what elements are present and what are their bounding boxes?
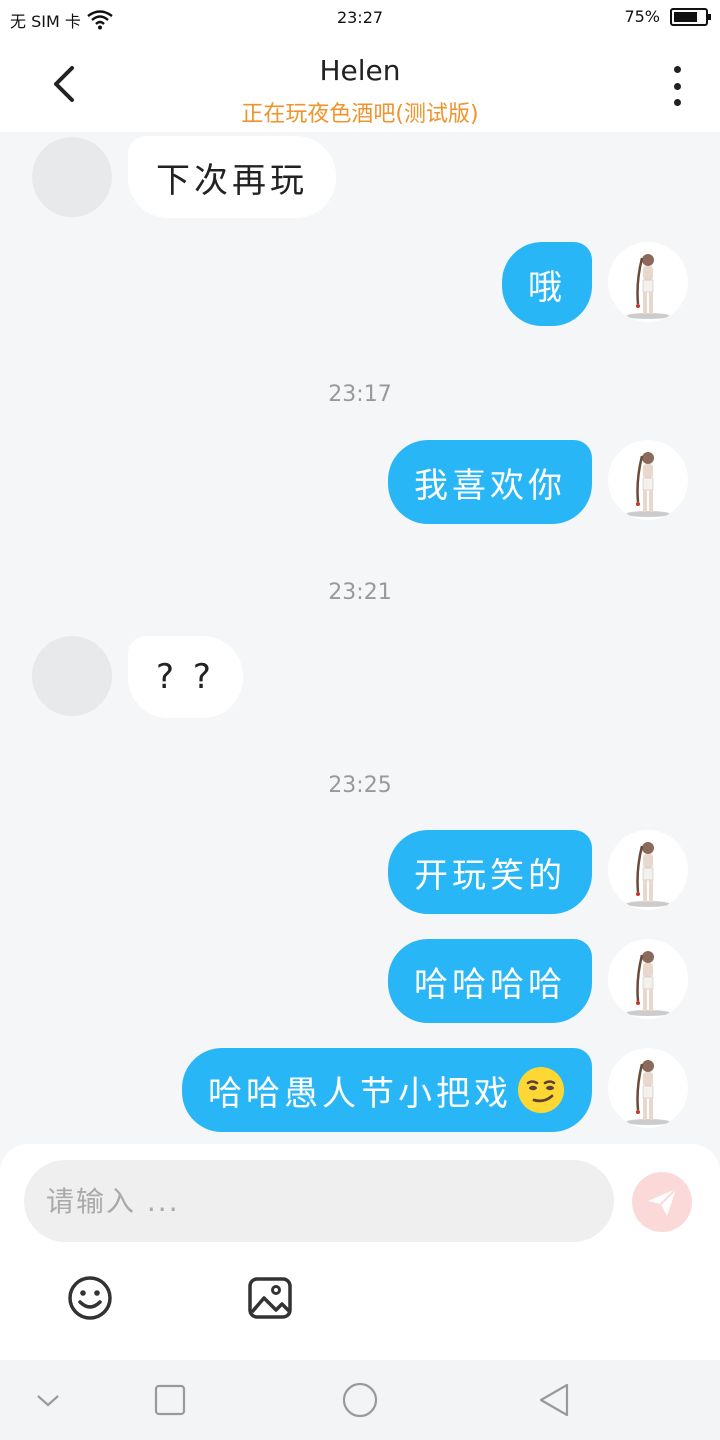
status-right: 75% [624, 7, 711, 26]
emoji-button[interactable] [66, 1274, 114, 1322]
message-bubble-outgoing[interactable]: 哈哈愚人节小把戏 [182, 1048, 592, 1132]
more-dot [673, 99, 681, 106]
user-avatar[interactable] [608, 830, 688, 910]
smiley-icon [68, 1276, 112, 1320]
timestamp: 23:25 [328, 773, 392, 798]
contact-avatar[interactable] [32, 137, 112, 217]
composer [0, 1144, 720, 1360]
message-text: 我喜欢你 [414, 465, 566, 506]
chat-title: Helen [319, 54, 401, 87]
chevron-down-icon [37, 1395, 59, 1407]
user-avatar[interactable] [608, 1048, 688, 1128]
message-text: 下次再玩 [156, 160, 308, 201]
message-bubble-outgoing[interactable]: 哦 [502, 242, 592, 326]
battery-icon [670, 7, 711, 26]
send-button[interactable] [632, 1172, 692, 1232]
message-bubble-outgoing[interactable]: 我喜欢你 [388, 440, 592, 524]
message-text: 哈哈哈哈 [414, 964, 566, 1005]
image-icon [248, 1277, 292, 1319]
smirk-emoji-icon [518, 1067, 564, 1113]
message-input[interactable] [24, 1160, 614, 1242]
user-avatar-figure [626, 842, 670, 907]
more-button[interactable] [662, 66, 692, 106]
user-avatar[interactable] [608, 440, 688, 520]
battery-percent: 75% [624, 7, 660, 26]
square-icon [154, 1384, 186, 1416]
status-time: 23:27 [336, 8, 384, 27]
nav-back-button[interactable] [534, 1380, 574, 1420]
message-bubble-outgoing[interactable]: 开玩笑的 [388, 830, 592, 914]
message-text: 哦 [528, 267, 566, 308]
image-button[interactable] [246, 1274, 294, 1322]
triangle-back-icon [539, 1383, 569, 1417]
contact-avatar[interactable] [32, 636, 112, 716]
more-vertical-icon [673, 66, 681, 73]
nav-hide-button[interactable] [28, 1380, 68, 1420]
user-avatar-figure [626, 254, 670, 319]
message-text: 开玩笑的 [414, 855, 566, 896]
more-dot [673, 82, 681, 90]
chat-header: Helen 正在玩夜色酒吧(测试版) [0, 36, 720, 132]
message-text: 哈哈愚人节小把戏 [208, 1073, 512, 1114]
message-text: ? ? [156, 657, 215, 697]
circle-icon [342, 1382, 378, 1418]
timestamp: 23:21 [328, 580, 392, 605]
user-avatar-figure [626, 452, 670, 517]
user-avatar[interactable] [608, 242, 688, 322]
battery-fill [674, 11, 697, 22]
send-icon [648, 1188, 677, 1216]
user-avatar-figure [626, 1060, 670, 1125]
user-avatar[interactable] [608, 939, 688, 1019]
timestamp: 23:17 [328, 382, 392, 407]
chat-subtitle: 正在玩夜色酒吧(测试版) [241, 102, 479, 127]
message-bubble-incoming[interactable]: 下次再玩 [128, 136, 336, 218]
nav-recent-button[interactable] [150, 1380, 190, 1420]
status-bar: 无 SIM 卡 23:27 75% [0, 0, 720, 36]
user-avatar-figure [626, 951, 670, 1016]
nav-home-button[interactable] [340, 1380, 380, 1420]
message-bubble-outgoing[interactable]: 哈哈哈哈 [388, 939, 592, 1023]
message-list[interactable]: 下次再玩 哦 23:17 我喜欢你 23:21 ? ? 23:25 开玩笑的 哈… [0, 132, 720, 1144]
message-bubble-incoming[interactable]: ? ? [128, 636, 243, 718]
system-nav-bar [0, 1360, 720, 1440]
